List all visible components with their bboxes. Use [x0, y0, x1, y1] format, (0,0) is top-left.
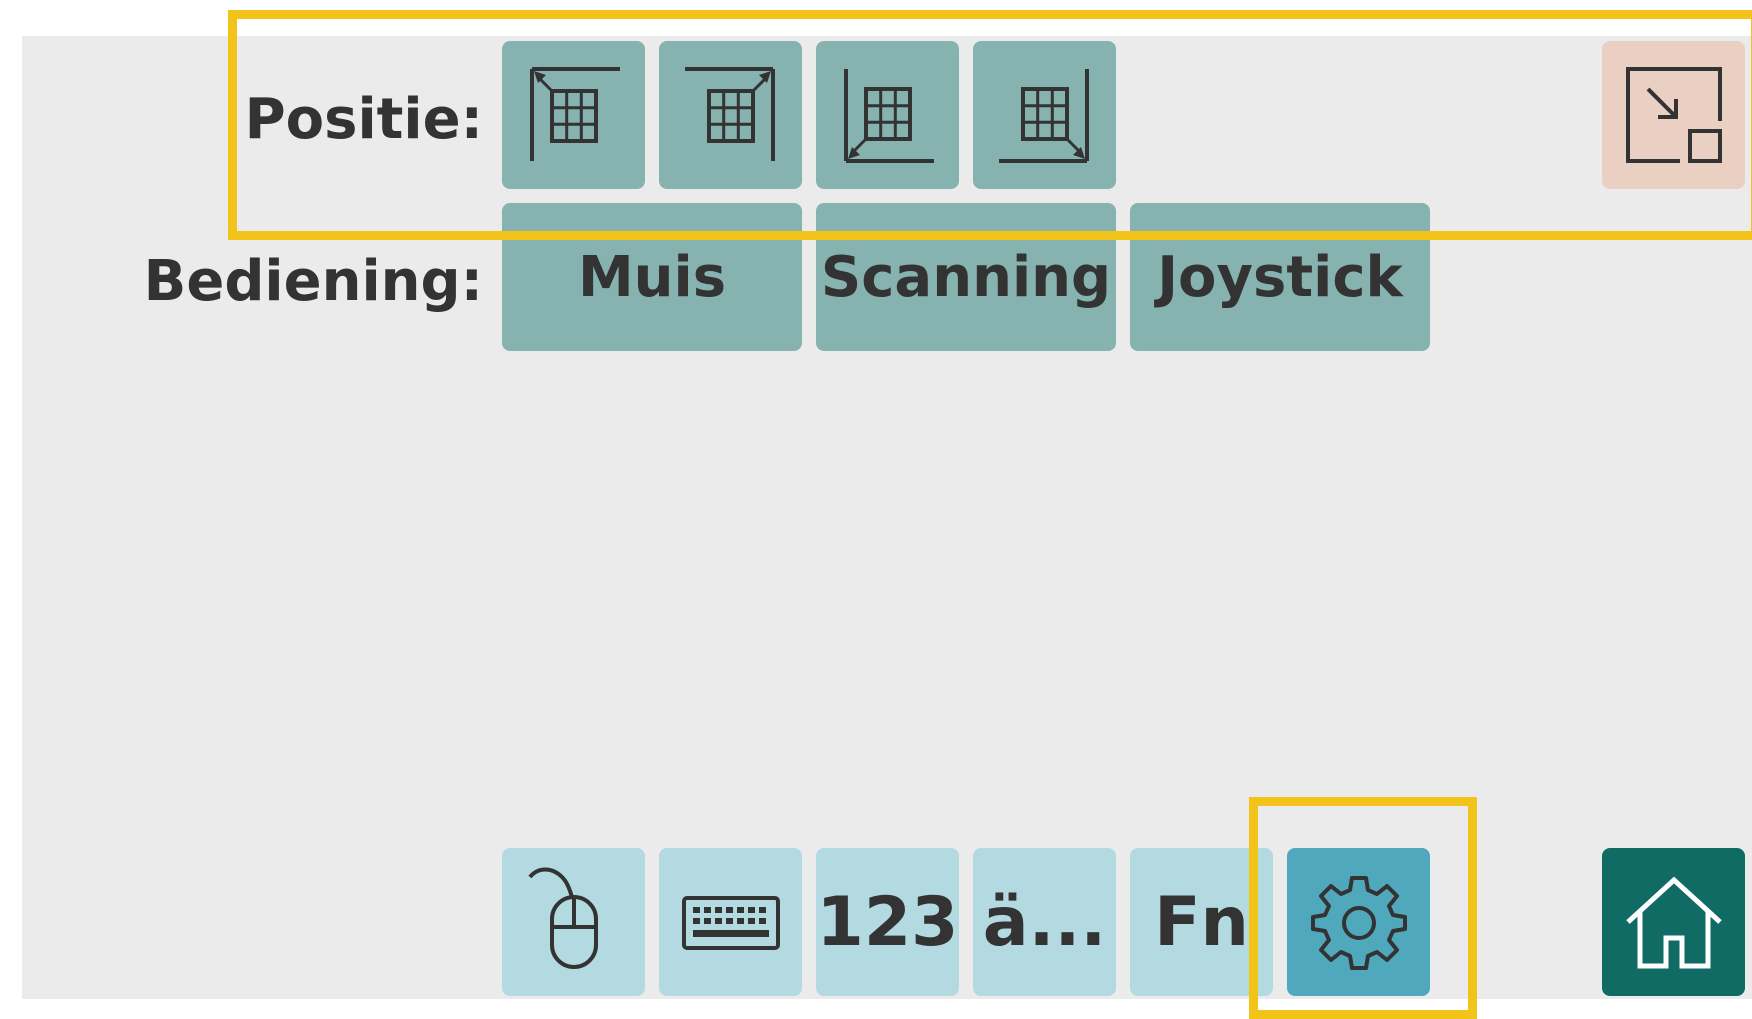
position-top-left-button[interactable]	[502, 41, 645, 189]
resize-button[interactable]	[1602, 41, 1745, 189]
gear-icon	[1310, 876, 1407, 970]
grid-bottom-left-icon	[843, 69, 934, 163]
grid-top-left-icon	[529, 67, 620, 161]
mode-scanning-button[interactable]: Scanning	[816, 203, 1116, 351]
settings-tab-button[interactable]	[1287, 848, 1430, 996]
mode-joystick-button[interactable]: Joystick	[1130, 203, 1430, 351]
mouse-icon	[527, 867, 598, 969]
control-label: Bediening:	[143, 249, 483, 314]
mouse-tab-button[interactable]	[502, 848, 645, 996]
mode-mouse-button[interactable]: Muis	[502, 203, 802, 351]
resize-shrink-icon	[1625, 67, 1722, 163]
keyboard-tab-button[interactable]	[659, 848, 802, 996]
special-chars-tab-button[interactable]: ä...	[973, 848, 1116, 996]
grid-bottom-right-icon	[998, 69, 1089, 163]
position-top-right-button[interactable]	[659, 41, 802, 189]
function-keys-tab-button[interactable]: Fn	[1130, 848, 1273, 996]
home-icon	[1625, 876, 1722, 969]
position-label: Positie:	[244, 87, 483, 152]
grid-top-right-icon	[684, 67, 775, 161]
keyboard-icon	[681, 896, 780, 950]
home-button[interactable]	[1602, 848, 1745, 996]
position-bottom-left-button[interactable]	[816, 41, 959, 189]
position-bottom-right-button[interactable]	[973, 41, 1116, 189]
numbers-tab-button[interactable]: 123	[816, 848, 959, 996]
